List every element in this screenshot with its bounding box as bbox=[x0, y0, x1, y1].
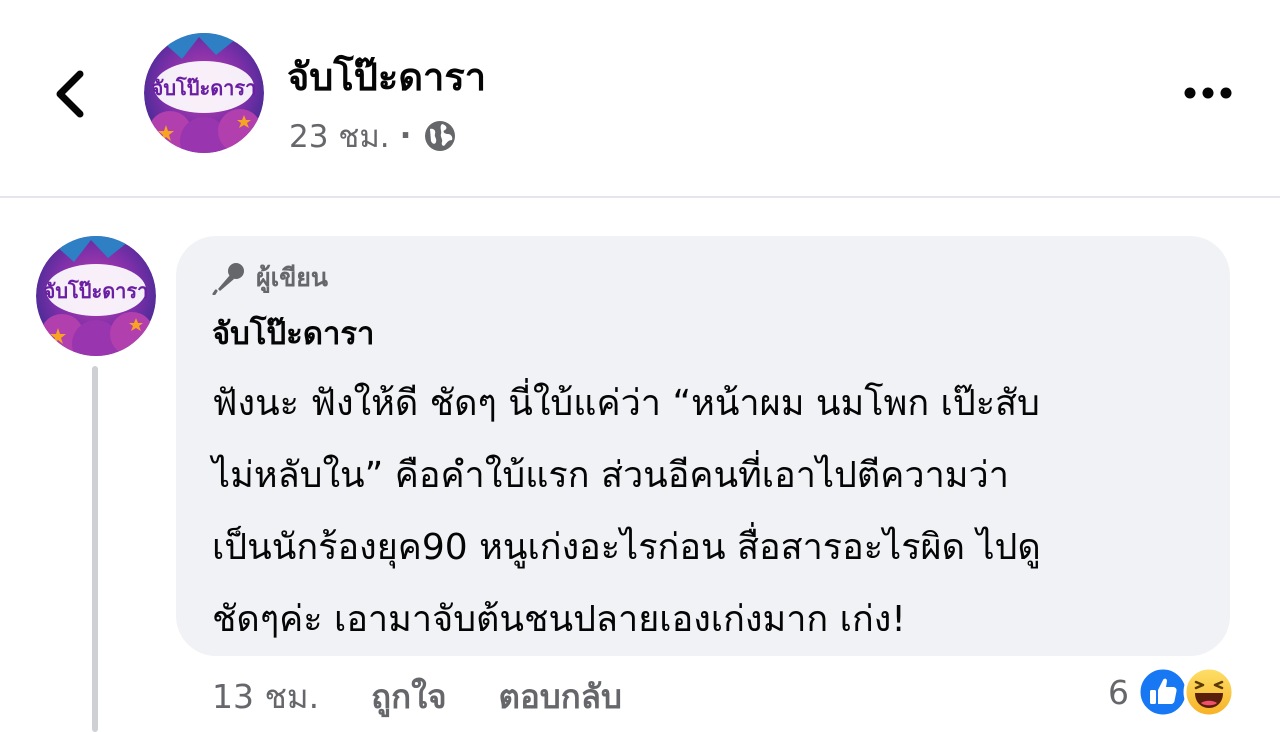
comment-bubble: ผู้เขียน จับโป๊ะดารา ฟังนะ ฟังให้ดี ชัดๆ… bbox=[176, 236, 1230, 656]
author-badge-label: ผู้เขียน bbox=[256, 263, 329, 292]
comment-time[interactable]: 13 ชม. bbox=[212, 670, 319, 723]
more-horizontal-icon bbox=[1184, 87, 1232, 99]
page-name[interactable]: จับโป๊ะดารา bbox=[287, 50, 486, 104]
comment-actions: 13 ชม. ถูกใจ ตอบกลับ bbox=[212, 664, 674, 728]
reply-button[interactable]: ตอบกลับ bbox=[499, 670, 622, 723]
meta-separator: · bbox=[399, 118, 412, 154]
avatar-logo-text: จับโป๊ะดารา bbox=[44, 279, 149, 303]
like-icon bbox=[1137, 666, 1189, 718]
thread-line bbox=[92, 366, 98, 732]
commenter-avatar[interactable]: จับโป๊ะดารา bbox=[36, 236, 156, 356]
comment-text-line: ไม่หลับใน” คือคำใบ้แรก ส่วนอีคนที่เอาไปต… bbox=[212, 455, 1009, 496]
more-options-button[interactable] bbox=[1178, 78, 1238, 108]
globe-icon[interactable] bbox=[423, 119, 457, 153]
commenter-name[interactable]: จับโป๊ะดารา bbox=[212, 312, 374, 356]
comment-text-line: ชัดๆค่ะ เอามาจับต้นชนปลายเองเก่งมาก เก่ง… bbox=[212, 599, 906, 640]
comment-text: ฟังนะ ฟังให้ดี ชัดๆ นี่ใบ้แค่ว่า “หน้าผม… bbox=[212, 368, 1202, 656]
post-meta: 23 ชม. · bbox=[289, 112, 457, 160]
back-button[interactable] bbox=[48, 66, 92, 122]
reaction-count: 6 bbox=[1108, 672, 1129, 712]
chevron-left-icon bbox=[56, 70, 84, 118]
avatar-logo-text: จับโป๊ะดารา bbox=[152, 76, 257, 100]
microphone-icon bbox=[212, 263, 244, 295]
post-time[interactable]: 23 ชม. bbox=[289, 111, 390, 161]
like-button[interactable]: ถูกใจ bbox=[371, 670, 446, 723]
post-header: จับโป๊ะดารา จับโป๊ะดารา 23 ชม. · bbox=[0, 0, 1280, 196]
haha-icon bbox=[1183, 666, 1235, 718]
author-badge: ผู้เขียน bbox=[212, 258, 328, 298]
comment-text-line: เป็นนักร้องยุค90 หนูเก่งอะไรก่อน สื่อสาร… bbox=[212, 527, 1041, 568]
comment-text-line: ฟังนะ ฟังให้ดี ชัดๆ นี่ใบ้แค่ว่า “หน้าผม… bbox=[212, 383, 1040, 424]
section-divider bbox=[0, 196, 1280, 198]
reaction-summary[interactable]: 6 bbox=[1108, 664, 1235, 720]
page-avatar[interactable]: จับโป๊ะดารา bbox=[144, 33, 264, 153]
